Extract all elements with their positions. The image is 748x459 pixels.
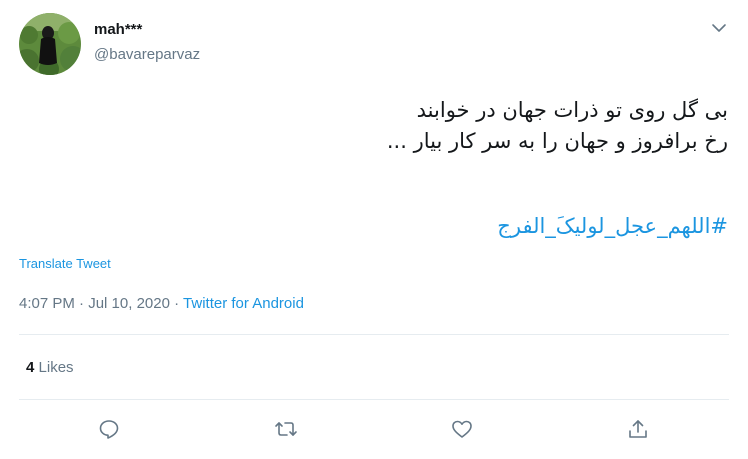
tweet-meta: 4:07 PM · Jul 10, 2020 · Twitter for And…	[19, 294, 304, 314]
chevron-down-icon[interactable]	[707, 16, 731, 40]
avatar-image	[19, 13, 81, 75]
retweet-icon[interactable]	[271, 414, 301, 444]
meta-separator: ·	[174, 295, 180, 312]
reply-icon[interactable]	[94, 414, 124, 444]
user-handle[interactable]: @bavareparvaz	[94, 45, 200, 65]
tweet-text-line: رخ برافروز و جهان را به سر کار بیار ...	[386, 129, 728, 153]
likes-label: Likes	[38, 359, 74, 376]
hashtag-link[interactable]: #اللهم_عجل_لولیکَ_الفرج	[28, 211, 728, 242]
divider	[19, 399, 729, 400]
avatar[interactable]	[19, 13, 81, 75]
tweet-source-link[interactable]: Twitter for Android	[183, 295, 304, 312]
heart-icon[interactable]	[447, 414, 477, 444]
divider	[19, 334, 729, 335]
likes-count: 4	[26, 359, 35, 376]
tweet-text: بی گل روی تو ذرات جهان در خوابند رخ براف…	[28, 95, 728, 157]
tweet-text-line: بی گل روی تو ذرات جهان در خوابند	[416, 98, 728, 122]
translate-tweet-link[interactable]: Translate Tweet	[19, 256, 111, 272]
user-display-name[interactable]: mah***	[94, 20, 142, 40]
tweet-time[interactable]: 4:07 PM	[19, 295, 75, 312]
tweet-date[interactable]: Jul 10, 2020	[88, 295, 170, 312]
share-icon[interactable]	[623, 414, 653, 444]
meta-separator: ·	[79, 295, 85, 312]
likes-stat[interactable]: 4 Likes	[26, 358, 74, 378]
tweet-card: mah*** @bavareparvaz بی گل روی تو ذرات ج…	[0, 0, 748, 459]
